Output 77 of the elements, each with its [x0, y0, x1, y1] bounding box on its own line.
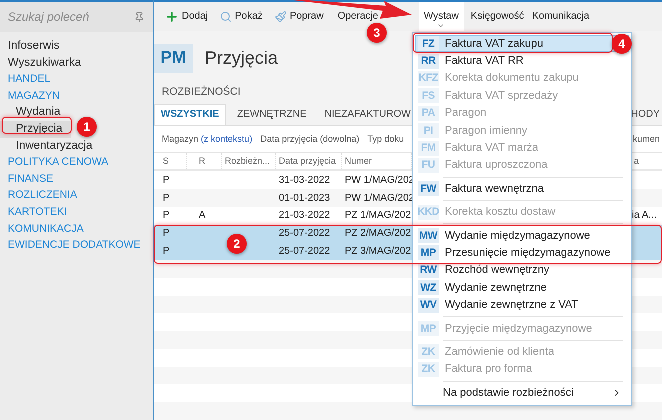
document-code: MP [418, 245, 439, 260]
menu-item[interactable]: WV Wydanie zewnętrzne z VAT [415, 296, 629, 314]
page-title: Przyjęcia [205, 48, 278, 69]
search-field[interactable]: Szukaj poleceń [0, 2, 153, 32]
table-cell-text: P [162, 192, 171, 206]
document-code: MW [418, 228, 439, 244]
document-code: PA [418, 106, 439, 121]
table-cell-text: 31-03-2022 [278, 174, 332, 188]
toolbar-button[interactable]: Popraw [272, 10, 327, 24]
document-code: WV [418, 298, 439, 313]
table-cell-text: PW 1/MAG/202 [344, 192, 412, 206]
table-cell-text: 21-03-2022 [278, 209, 332, 224]
document-code: PI [418, 123, 439, 138]
column-header[interactable]: R [187, 152, 222, 170]
filter-label[interactable]: Magazyn (z kontekstu) [162, 134, 253, 144]
document-code: FW [418, 181, 439, 196]
document-code: MP [418, 321, 439, 336]
document-code: WZ [418, 280, 439, 296]
table-cell-text: PZ 3/MAG/202 [344, 244, 412, 259]
tab[interactable]: ZEWNĘTRZNE [230, 104, 314, 125]
table-cell-text: 25-07-2022 [278, 244, 332, 259]
filter-label[interactable]: kumen [633, 134, 660, 144]
table-cell-text: PZ 2/MAG/202 [344, 227, 412, 242]
toolbar-button[interactable]: Dodaj [162, 10, 212, 24]
plus-icon [165, 10, 179, 24]
document-code: KKD [418, 204, 439, 220]
pin-icon[interactable] [134, 12, 145, 22]
document-code: RR [418, 54, 439, 69]
document-code: RW [418, 262, 439, 278]
document-code: KFZ [418, 70, 439, 86]
column-header[interactable]: Rozbieżn... [222, 152, 276, 170]
highlight-outline [2, 117, 72, 134]
tab[interactable]: HODY [629, 104, 662, 125]
filter-link[interactable]: (z kontekstu) [201, 134, 253, 144]
document-code: ZK [418, 344, 439, 360]
table-cell-text: 01-01-2023 [278, 192, 332, 206]
command-item[interactable]: Przyjęcia [0, 120, 71, 138]
module-code: PM [154, 44, 193, 73]
table-cell: ia A... [632, 210, 658, 222]
menu-item[interactable]: RR Faktura VAT RR [415, 52, 629, 70]
document-code: FU [418, 158, 439, 173]
document-code: FZ [418, 36, 439, 52]
menu-item[interactable]: MP Przesunięcie międzymagazynowe [415, 244, 629, 262]
menu-item[interactable]: Na podstawie rozbieżności [415, 384, 629, 402]
toolbar-button[interactable]: Wystaw [419, 2, 464, 32]
brush-icon [274, 10, 287, 23]
table-cell-text: P [162, 227, 171, 242]
column-header[interactable]: S [154, 152, 187, 170]
document-code: FM [418, 140, 439, 156]
filter-label[interactable]: Typ doku [368, 134, 404, 144]
column-header[interactable]: Data przyjęcia [276, 152, 342, 170]
search-icon [220, 10, 232, 23]
table-cell-text: P [162, 244, 171, 259]
column-header[interactable]: a [632, 156, 640, 166]
command-item[interactable]: Wydania [0, 104, 65, 121]
document-code: ZK [418, 362, 439, 377]
command-item[interactable]: Inwentaryzacja [0, 138, 97, 154]
document-code: FS [418, 88, 439, 104]
filter-label[interactable]: Data przyjęcia (dowolna) [260, 134, 360, 144]
tab[interactable]: WSZYSTKIE [154, 104, 226, 125]
toolbar-button[interactable]: Księgowość [468, 10, 528, 24]
menu-item[interactable]: WZ Wydanie zewnętrzne [415, 279, 629, 296]
toolbar-button[interactable]: Komunikacja [529, 10, 593, 24]
search-input[interactable]: Szukaj poleceń [8, 10, 118, 24]
command-item[interactable]: Infoserwis [0, 38, 64, 55]
section-label: ROZBIEŻNOŚCI [162, 86, 241, 100]
toolbar-button[interactable]: Pokaż [217, 10, 266, 24]
table-cell-text: 25-07-2022 [278, 227, 332, 242]
menu-item[interactable]: MW Wydanie międzymagazynowe [415, 226, 629, 244]
table-cell-text: P [162, 174, 171, 188]
toolbar-button[interactable]: Operacje [334, 10, 382, 24]
table-cell-text: P [162, 209, 171, 224]
table-cell-text: PW 1/MAG/202 [344, 174, 412, 188]
table-cell-text: PZ 1/MAG/202 [344, 209, 412, 224]
table-cell-text: A [198, 209, 207, 224]
command-item[interactable]: Wyszukiwarka [0, 54, 86, 72]
menu-item[interactable]: RW Rozchód wewnętrzny [415, 262, 629, 280]
